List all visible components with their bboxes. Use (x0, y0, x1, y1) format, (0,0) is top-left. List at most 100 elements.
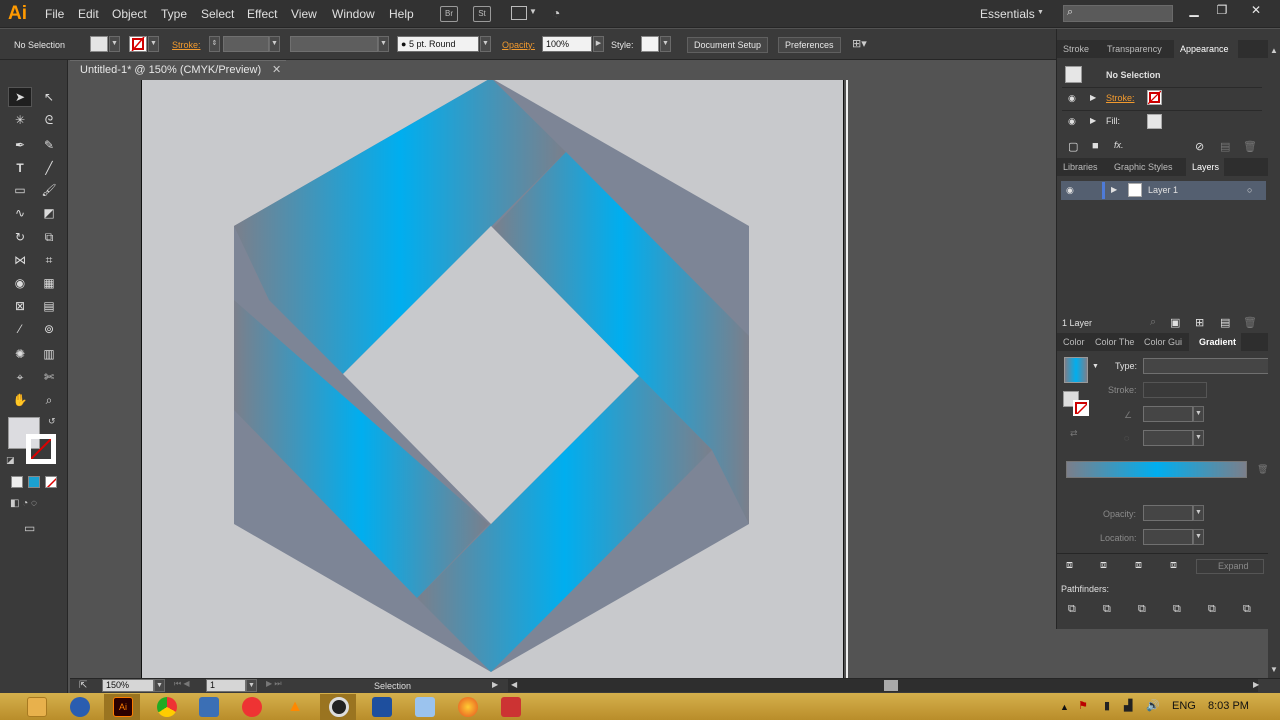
layer-name[interactable]: Layer 1 (1148, 185, 1178, 195)
appearance-stroke-swatch[interactable] (1147, 90, 1162, 105)
arrange-icon[interactable]: ⊞▾ (852, 37, 867, 50)
slice-tool-icon[interactable]: ✄ (38, 367, 60, 387)
trash-icon[interactable]: 🗑 (1257, 464, 1268, 475)
chevron-down-icon[interactable]: ▼ (1193, 406, 1204, 422)
firefox-icon[interactable] (458, 697, 478, 717)
workspace-switcher[interactable]: Essentials (980, 7, 1035, 21)
merge-icon[interactable]: ⧉ (1138, 603, 1146, 616)
arrange-documents-icon[interactable] (511, 6, 527, 20)
volume-icon[interactable]: 🔊 (1146, 699, 1160, 712)
outline-icon[interactable]: ⧉ (1208, 603, 1216, 616)
chevron-left-icon[interactable]: ◀ (511, 680, 517, 689)
unite-icon[interactable]: ⧈ (1066, 559, 1073, 572)
appearance-fill-swatch[interactable] (1147, 114, 1162, 129)
chevron-down-icon[interactable]: ▼ (1270, 665, 1278, 674)
free-transform-icon[interactable]: ⌗ (38, 250, 60, 270)
chevron-down-icon[interactable]: ▼ (154, 679, 165, 692)
chevron-down-icon[interactable]: ▼ (480, 36, 491, 52)
stroke-gradient-options[interactable] (1143, 382, 1207, 398)
eye-icon[interactable]: ◉ (1068, 93, 1076, 104)
artboard[interactable] (141, 78, 844, 678)
gpu-performance-icon[interactable]: ◔ (552, 5, 560, 21)
tab-libraries[interactable]: Libraries (1063, 162, 1098, 172)
column-graph-icon[interactable]: ▥ (38, 344, 60, 364)
stroke-swatch[interactable] (129, 36, 147, 52)
brush-definition[interactable]: ● 5 pt. Round (397, 36, 479, 52)
rotate-tool-icon[interactable]: ↻ (9, 227, 31, 247)
language-indicator[interactable]: ENG (1172, 700, 1196, 712)
fx-button[interactable]: fx. (1114, 140, 1124, 150)
intersect-icon[interactable]: ⧈ (1135, 559, 1142, 572)
tab-layers[interactable]: Layers (1192, 162, 1219, 172)
chevron-down-icon[interactable]: ▼ (660, 36, 671, 52)
chevron-down-icon[interactable]: ▼ (109, 36, 120, 52)
chevron-down-icon[interactable]: ▼ (378, 36, 389, 52)
chevron-down-icon[interactable]: ▼ (529, 7, 537, 16)
shaper-tool-icon[interactable]: ∿ (9, 203, 31, 223)
chevron-right-icon[interactable]: ▶ (492, 680, 498, 689)
zoom-input[interactable]: 150% (102, 679, 154, 692)
tray-network-icon[interactable]: ▮ (1104, 699, 1110, 712)
clock[interactable]: 8:03 PM (1208, 700, 1249, 712)
exclude-icon[interactable]: ⧈ (1170, 559, 1177, 572)
blend-tool-icon[interactable]: ⊚ (38, 319, 60, 339)
chevron-right-icon[interactable]: ▶ (1090, 116, 1096, 125)
gradient-slider[interactable] (1066, 461, 1247, 478)
draw-mode-icon[interactable]: ◧ ◔ ◌ (10, 498, 37, 509)
app-icon[interactable] (415, 697, 435, 717)
artboard-tool-icon[interactable]: ⌖ (9, 367, 31, 387)
fill-swatch[interactable] (90, 36, 108, 52)
minus-front-icon[interactable]: ⧈ (1100, 559, 1107, 572)
close-tab-icon[interactable]: ✕ (272, 63, 281, 76)
clear-appearance-icon[interactable]: ⊘ (1195, 140, 1204, 153)
app-icon[interactable] (199, 697, 219, 717)
chevron-down-icon[interactable]: ▼ (148, 36, 159, 52)
stroke-weight-input[interactable] (223, 36, 269, 52)
chevron-down-icon[interactable]: ▼ (1193, 529, 1204, 545)
scrollbar-thumb[interactable] (884, 680, 898, 691)
eye-icon[interactable]: ◉ (1068, 116, 1076, 127)
shape-builder-icon[interactable]: ◉ (9, 273, 31, 293)
none-mode-icon[interactable] (45, 476, 57, 488)
clipping-mask-icon[interactable]: ▣ (1170, 316, 1180, 329)
gradient-angle-input[interactable] (1143, 406, 1193, 422)
zoom-tool-icon[interactable]: ⌕ (38, 390, 60, 410)
target-icon[interactable]: ○ (1247, 185, 1252, 195)
opacity-label[interactable]: Opacity: (502, 40, 535, 50)
vlc-icon[interactable]: ▲ (285, 697, 305, 717)
tab-stroke[interactable]: Stroke (1063, 44, 1089, 54)
chevron-down-icon[interactable]: ▼ (246, 679, 257, 692)
gradient-opacity-input[interactable] (1143, 505, 1193, 521)
tab-transparency[interactable]: Transparency (1107, 44, 1162, 54)
vertical-scrollbar[interactable] (1268, 29, 1280, 693)
menu-type[interactable]: Type (161, 7, 187, 21)
style-swatch[interactable] (641, 36, 659, 52)
menu-effect[interactable]: Effect (247, 7, 277, 21)
mesh-tool-icon[interactable]: ⊠ (9, 296, 31, 316)
chevron-down-icon[interactable]: ▼ (1193, 505, 1204, 521)
gradient-type-select[interactable] (1143, 358, 1273, 374)
chevron-down-icon[interactable]: ▼ (269, 36, 280, 52)
tab-color[interactable]: Color (1063, 337, 1085, 347)
lasso-icon[interactable]: ᘓ (38, 110, 60, 130)
chevron-down-icon[interactable]: ▼ (1037, 9, 1044, 16)
tab-color-guide[interactable]: Color Gui (1144, 337, 1182, 347)
illustrator-taskbar-icon[interactable]: Ai (113, 697, 133, 717)
opacity-input[interactable]: 100% (542, 36, 592, 52)
gradient-location-input[interactable] (1143, 529, 1193, 545)
tray-chevron-icon[interactable]: ▲ (1060, 702, 1069, 712)
first-artboard-icon[interactable]: ⏮ ◀ (174, 679, 190, 689)
app-icon[interactable] (501, 697, 521, 717)
tab-appearance[interactable]: Appearance (1180, 44, 1229, 54)
chevron-down-icon[interactable]: ▼ (1092, 363, 1099, 370)
gradient-stroke-swatch[interactable] (1073, 400, 1089, 416)
locate-object-icon[interactable]: ⌕ (1150, 316, 1156, 329)
pen-tool-icon[interactable]: ✒ (9, 135, 31, 155)
tray-signal-icon[interactable]: ▟ (1124, 699, 1132, 712)
chevron-right-icon[interactable]: ▶ (1253, 680, 1259, 689)
eraser-icon[interactable]: ◩ (38, 203, 60, 223)
preferences-button[interactable]: Preferences (778, 37, 841, 53)
menu-window[interactable]: Window (332, 7, 375, 21)
app-icon[interactable] (372, 697, 392, 717)
type-tool-icon[interactable]: T (9, 158, 31, 178)
